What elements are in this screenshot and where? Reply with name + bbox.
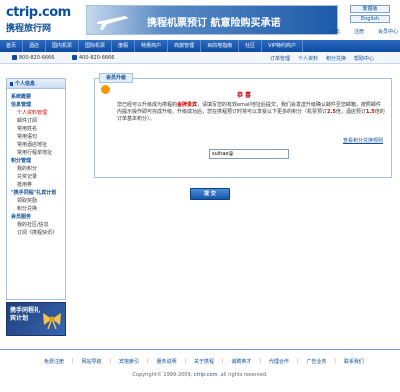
nav-destinations[interactable]: 目的地指南 (201, 40, 240, 52)
sidebar-item[interactable]: 个人资料管理 (7, 109, 65, 117)
copyright-rights: . all rights reserved. (217, 372, 268, 378)
account-links: 退出 注册 会员中心 (330, 28, 398, 35)
sidebar-group-label[interactable]: 系统概要 (7, 93, 65, 101)
nav-domestic-flights[interactable]: 国内机票 (46, 40, 80, 52)
panel-title: 会员升级 (99, 73, 134, 83)
footer-link[interactable]: 联系我们 (344, 358, 364, 365)
gold-vip-text: 金牌贵宾 (177, 102, 198, 108)
flight-multiplier: 2.5 (327, 109, 336, 115)
upgrade-panel: 会员升级 恭 喜 您已经可以升级成为携程的金牌贵宾，请填写您的有效email地址… (94, 73, 392, 178)
footer-separator: | (221, 358, 224, 364)
banner-text: 携程机票预订 航意险购买承诺 (147, 18, 281, 29)
english-link[interactable]: English (350, 15, 390, 23)
site-header: ctrip.com 携程旅行网 携程机票预订 航意险购买承诺 繁體版 Engli… (0, 0, 400, 40)
sub-bar: 800-820-6666 400-820-6666 订单管理 个人资料 积分兑换… (0, 52, 400, 64)
account-sidebar: 个人信息 系统概要 信息管理 个人资料管理 邮件订阅 常用姓名 常用语句 常用酒店地址 常用行… (6, 78, 66, 300)
sidebar-item[interactable]: 常用语句 (7, 133, 65, 141)
hotline-1: 800-820-6666 (12, 55, 54, 61)
sidebar-item[interactable]: 我的社区/信息 (7, 221, 65, 229)
copyright: Copyright© 1999-2009, ctrip.com. all rig… (0, 372, 400, 378)
footer-separator: | (109, 358, 112, 364)
footer-link[interactable]: 代理合作 (269, 358, 289, 365)
footer-separator: | (259, 358, 262, 364)
help-link[interactable]: 帮助中心 (354, 55, 374, 62)
nav-vip-merchants[interactable]: VIP特约商户 (262, 40, 304, 52)
sidebar-item[interactable]: 订阅《携程快讯》 (7, 229, 65, 237)
ribbon-bow-icon (43, 313, 61, 329)
email-field[interactable] (209, 149, 289, 159)
points-rules-link[interactable]: 查看积分兑换规则 (343, 137, 383, 144)
sidebar-item[interactable]: 我的积分 (7, 165, 65, 173)
sidebar-item[interactable]: 常用姓名 (7, 125, 65, 133)
main-nav: 首页 酒店 国内机票 国际机票 度假 特惠商户 商旅管理 目的地指南 社区 VI… (0, 40, 400, 52)
footer-separator: | (184, 358, 187, 364)
footer-link[interactable]: 网站导航 (81, 358, 101, 365)
sidebar-item[interactable]: 兑奖记录 (7, 173, 65, 181)
sidebar-item[interactable]: 领取奖励 (7, 197, 65, 205)
footer-separator: | (146, 358, 149, 364)
register-link[interactable]: 注册 (354, 28, 364, 35)
member-center-link[interactable]: 会员中心 (378, 28, 398, 35)
upgrade-message: 您已经可以升级成为携程的金牌贵宾，请填写您的有效email地址后提交，我们会发送… (117, 102, 385, 123)
footer-link[interactable]: 广告业务 (306, 358, 326, 365)
sidebar-group-label[interactable]: 积分管理 (7, 157, 65, 165)
sidebar-group-label[interactable]: 信息管理 (7, 101, 65, 109)
footer-link[interactable]: 诚聘英才 (231, 358, 251, 365)
congrats-heading: 恭 喜 (236, 92, 252, 99)
footer-link[interactable]: 免费注册 (44, 358, 64, 365)
points-link[interactable]: 积分兑换 (326, 55, 346, 62)
hotline-2: 400-820-6666 (72, 55, 114, 61)
sidebar-group-label[interactable]: "携手同程"礼宾计划 (7, 189, 65, 197)
hotline-2-number: 400-820-6666 (79, 55, 115, 61)
footer-link[interactable]: 关于携程 (194, 358, 214, 365)
footer-link[interactable]: 宾馆索引 (119, 358, 139, 365)
hotline-1-number: 800-820-6666 (19, 55, 55, 61)
logo-subtitle: 携程旅行网 (6, 24, 52, 34)
sidebar-menu: 系统概要 信息管理 个人资料管理 邮件订阅 常用姓名 常用语句 常用酒店地址 常用行程单地址积… (7, 89, 65, 237)
nav-hotel[interactable]: 酒店 (23, 40, 47, 52)
nav-home[interactable]: 首页 (0, 40, 24, 52)
sidebar-item[interactable]: 邮件订阅 (7, 117, 65, 125)
sidebar-item[interactable]: 积分兑换 (7, 205, 65, 213)
footer-link[interactable]: 服务说明 (156, 358, 176, 365)
quick-links: 订单管理 个人资料 积分兑换 帮助中心 (270, 55, 374, 62)
nav-community[interactable]: 社区 (239, 40, 263, 52)
phone-icon (12, 55, 17, 60)
submit-button[interactable]: 提 交 (190, 188, 230, 200)
promo-banner[interactable]: 携程机票预订 航意险购买承诺 (86, 5, 338, 35)
phone-icon (72, 55, 77, 60)
nav-special-merchants[interactable]: 特惠商户 (135, 40, 169, 52)
ctrip-logo[interactable]: ctrip.com 携程旅行网 (4, 3, 84, 35)
footer-divider (0, 349, 400, 350)
footer-separator: | (334, 358, 336, 364)
logout-link[interactable]: 退出 (330, 28, 340, 35)
nav-business-travel[interactable]: 商旅管理 (168, 40, 202, 52)
concierge-ad[interactable]: 携手同程礼宾计划 (6, 302, 66, 336)
message-part-3: 倍，酒店预订 (335, 109, 366, 115)
nav-intl-flights[interactable]: 国际机票 (79, 40, 113, 52)
hotel-multiplier: 1.5 (365, 109, 375, 115)
nav-vacation[interactable]: 度假 (112, 40, 136, 52)
orders-link[interactable]: 订单管理 (270, 55, 290, 62)
footer-separator: | (296, 358, 299, 364)
sidebar-item[interactable]: 常用酒店地址 (7, 141, 65, 149)
ad-text: 携手同程礼宾计划 (10, 307, 41, 322)
sidebar-group-label[interactable]: 会员服务 (7, 213, 65, 221)
profile-link[interactable]: 个人资料 (298, 55, 318, 62)
footer-separator: | (71, 358, 74, 364)
sidebar-item[interactable]: 抵用券 (7, 181, 65, 189)
sidebar-item[interactable]: 常用行程单地址 (7, 149, 65, 157)
traditional-chinese-link[interactable]: 繁體版 (350, 5, 390, 13)
copyright-link[interactable]: ctrip.com (194, 372, 218, 378)
footer-links: 免费注册 | 网站导航 | 宾馆索引 | 服务说明 | 关于携程 | 诚聘英才 | 代理合作 | 广告业务 |… (44, 358, 364, 365)
airplane-icon (97, 16, 129, 30)
copyright-text: Copyright© 1999-2009, (132, 372, 193, 378)
message-part-1: 您已经可以升级成为携程的 (117, 102, 178, 108)
logo-wordmark: ctrip.com (6, 5, 71, 20)
sidebar-title: 个人信息 (7, 79, 65, 89)
